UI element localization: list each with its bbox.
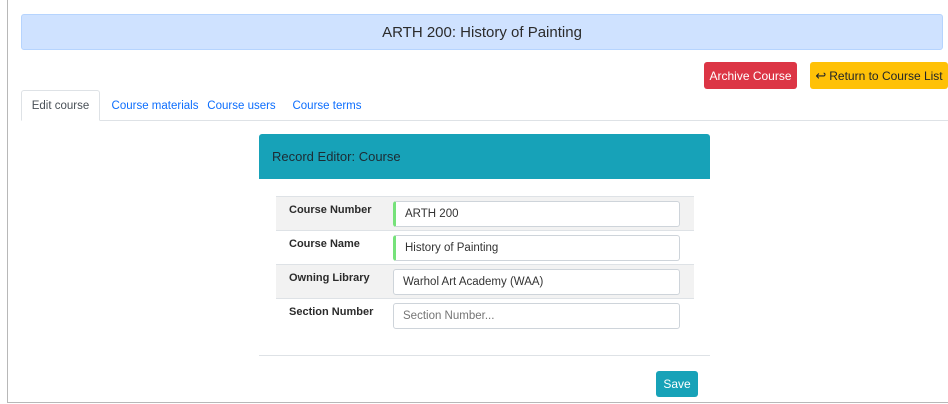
archive-course-label: Archive Course — [709, 68, 792, 83]
return-arrow-icon: ↩ — [815, 67, 827, 83]
return-to-course-list-button[interactable]: ↩ Return to Course List — [810, 62, 948, 89]
page-title: ARTH 200: History of Painting — [21, 14, 943, 50]
tab-course-materials[interactable]: Course materials — [106, 90, 204, 121]
archive-course-button[interactable]: Archive Course — [704, 62, 797, 89]
form-row-course-name: Course Name — [276, 230, 694, 264]
form-divider — [259, 355, 710, 356]
tab-course-users[interactable]: Course users — [202, 90, 281, 121]
course-tabs: Edit course Course materials Course user… — [21, 90, 948, 121]
tab-course-terms[interactable]: Course terms — [284, 90, 370, 121]
section-number-field[interactable] — [393, 303, 680, 329]
form-row-owning-library: Owning Library — [276, 264, 694, 298]
section-number-label: Section Number — [289, 306, 374, 318]
form-row-section-number: Section Number — [276, 298, 694, 332]
course-form: Course Number Course Name Owning Library… — [276, 196, 694, 332]
course-number-label: Course Number — [289, 204, 372, 216]
return-label: Return to Course List — [829, 68, 943, 83]
save-button[interactable]: Save — [656, 371, 698, 397]
form-row-course-number: Course Number — [276, 196, 694, 230]
owning-library-field[interactable] — [393, 269, 680, 295]
course-number-field[interactable] — [393, 201, 680, 227]
course-name-label: Course Name — [289, 238, 360, 250]
tab-edit-course[interactable]: Edit course — [21, 90, 100, 121]
owning-library-label: Owning Library — [289, 272, 370, 284]
course-name-field[interactable] — [393, 235, 680, 261]
record-editor-header: Record Editor: Course — [259, 134, 710, 179]
